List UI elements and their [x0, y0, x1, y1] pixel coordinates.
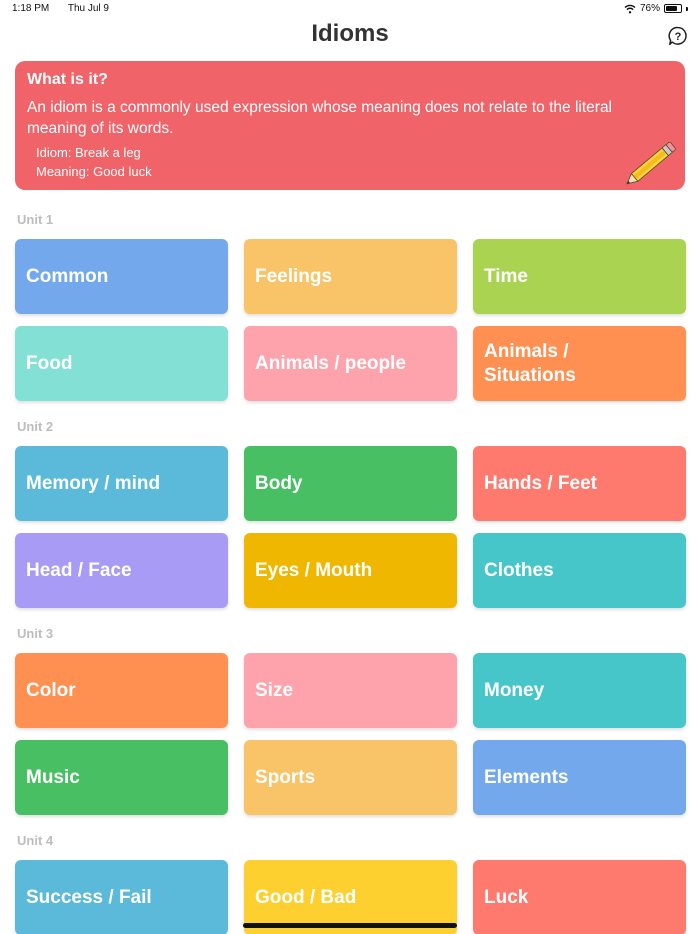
status-date: Thu Jul 9: [67, 3, 109, 14]
battery-fill: [666, 6, 677, 11]
topic-tile[interactable]: Money: [473, 653, 686, 728]
topic-tile[interactable]: Hands / Feet: [473, 446, 686, 521]
unit-label: Unit 4: [17, 833, 54, 848]
topic-tile[interactable]: Elements: [473, 740, 686, 815]
page-title: Idioms: [311, 20, 389, 47]
idiom-example: Idiom: Break a leg: [36, 145, 141, 160]
status-time: 1:18 PM: [12, 3, 50, 14]
battery-tip: [686, 6, 688, 11]
svg-text:?: ?: [675, 31, 682, 43]
topic-tile[interactable]: Feelings: [244, 239, 457, 314]
topic-tile[interactable]: Animals / people: [244, 326, 457, 401]
battery-percent: 76%: [639, 3, 660, 14]
topic-tile[interactable]: Color: [15, 653, 228, 728]
topic-tile[interactable]: Time: [473, 239, 686, 314]
topic-tile[interactable]: Success / Fail: [15, 860, 228, 934]
unit-label: Unit 3: [17, 626, 54, 641]
topic-tile[interactable]: Sports: [244, 740, 457, 815]
topic-tile[interactable]: Memory / mind: [15, 446, 228, 521]
home-indicator[interactable]: [243, 923, 457, 928]
topic-tile[interactable]: Common: [15, 239, 228, 314]
topic-tile[interactable]: Size: [244, 653, 457, 728]
unit-label: Unit 1: [17, 212, 54, 227]
pencil-icon: [626, 141, 676, 185]
topic-tile[interactable]: Animals / Situations: [473, 326, 686, 401]
topic-tile[interactable]: Food: [15, 326, 228, 401]
unit-label: Unit 2: [17, 419, 54, 434]
wifi-icon: [624, 4, 636, 13]
topic-tile[interactable]: Head / Face: [15, 533, 228, 608]
meaning-example: Meaning: Good luck: [36, 164, 152, 179]
topic-tile[interactable]: Clothes: [473, 533, 686, 608]
info-title: What is it?: [27, 71, 108, 88]
topic-tile[interactable]: Music: [15, 740, 228, 815]
battery-icon: [664, 4, 682, 13]
topic-tile[interactable]: Body: [244, 446, 457, 521]
topic-tile[interactable]: Eyes / Mouth: [244, 533, 457, 608]
topic-tile[interactable]: Luck: [473, 860, 686, 934]
status-bar: 1:18 PM Thu Jul 9 76%: [0, 0, 700, 18]
info-card: What is it? An idiom is a commonly used …: [15, 61, 685, 190]
question-bubble-icon[interactable]: ?: [668, 26, 688, 46]
info-description: An idiom is a commonly used expression w…: [27, 99, 613, 137]
